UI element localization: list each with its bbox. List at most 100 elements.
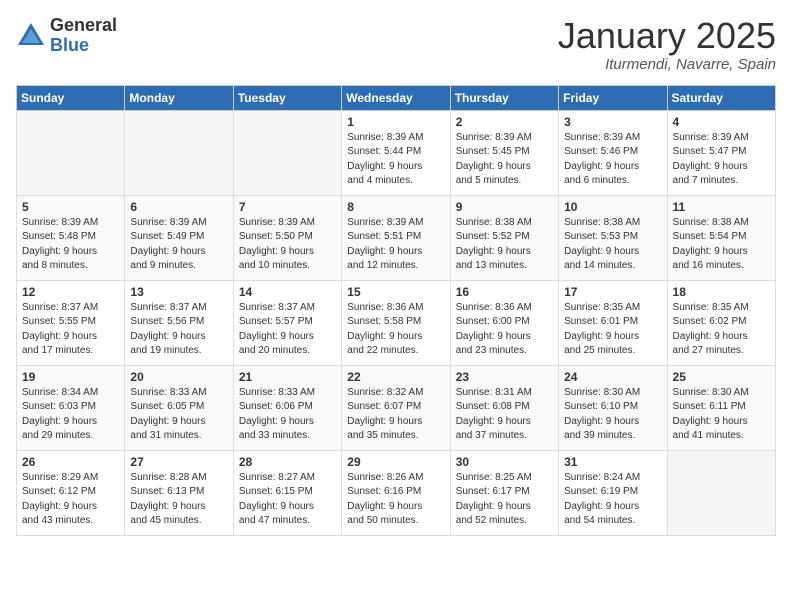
day-info: Sunrise: 8:39 AM Sunset: 5:50 PM Dayligh… bbox=[239, 216, 336, 274]
day-info: Sunrise: 8:37 AM Sunset: 5:57 PM Dayligh… bbox=[239, 301, 336, 359]
day-info: Sunrise: 8:39 AM Sunset: 5:47 PM Dayligh… bbox=[673, 131, 770, 189]
day-info: Sunrise: 8:30 AM Sunset: 6:11 PM Dayligh… bbox=[673, 386, 770, 444]
weekday-header-saturday: Saturday bbox=[667, 85, 775, 110]
day-info: Sunrise: 8:35 AM Sunset: 6:01 PM Dayligh… bbox=[564, 301, 661, 359]
calendar-day-cell: 23 Sunrise: 8:31 AM Sunset: 6:08 PM Dayli… bbox=[450, 365, 558, 450]
day-info: Sunrise: 8:37 AM Sunset: 5:56 PM Dayligh… bbox=[130, 301, 227, 359]
weekday-header-row: SundayMondayTuesdayWednesdayThursdayFrid… bbox=[17, 85, 776, 110]
day-number: 9 bbox=[456, 200, 553, 214]
title-block: January 2025 Iturmendi, Navarre, Spain bbox=[558, 16, 776, 73]
calendar-day-cell bbox=[17, 110, 125, 195]
day-number: 30 bbox=[456, 455, 553, 469]
calendar-week-row: 12Sunrise: 8:37 AM Sunset: 5:55 PM Dayli… bbox=[17, 280, 776, 365]
calendar-day-cell: 6 Sunrise: 8:39 AM Sunset: 5:49 PM Daylig… bbox=[125, 195, 233, 280]
calendar-day-cell: 26Sunrise: 8:29 AM Sunset: 6:12 PM Dayli… bbox=[17, 450, 125, 535]
calendar-day-cell bbox=[667, 450, 775, 535]
weekday-header-friday: Friday bbox=[559, 85, 667, 110]
day-number: 20 bbox=[130, 370, 227, 384]
day-info: Sunrise: 8:28 AM Sunset: 6:13 PM Dayligh… bbox=[130, 471, 227, 529]
day-info: Sunrise: 8:32 AM Sunset: 6:07 PM Dayligh… bbox=[347, 386, 444, 444]
day-number: 23 bbox=[456, 370, 553, 384]
day-number: 18 bbox=[673, 285, 770, 299]
logo: General Blue bbox=[16, 16, 117, 56]
calendar-day-cell: 17 Sunrise: 8:35 AM Sunset: 6:01 PM Dayli… bbox=[559, 280, 667, 365]
weekday-header-monday: Monday bbox=[125, 85, 233, 110]
calendar-day-cell: 29Sunrise: 8:26 AM Sunset: 6:16 PM Dayli… bbox=[342, 450, 450, 535]
day-info: Sunrise: 8:27 AM Sunset: 6:15 PM Dayligh… bbox=[239, 471, 336, 529]
day-number: 31 bbox=[564, 455, 661, 469]
calendar-day-cell: 31 Sunrise: 8:24 AM Sunset: 6:19 PM Dayli… bbox=[559, 450, 667, 535]
day-info: Sunrise: 8:31 AM Sunset: 6:08 PM Dayligh… bbox=[456, 386, 553, 444]
day-number: 13 bbox=[130, 285, 227, 299]
calendar-day-cell: 16 Sunrise: 8:36 AM Sunset: 6:00 PM Dayli… bbox=[450, 280, 558, 365]
day-info: Sunrise: 8:39 AM Sunset: 5:49 PM Dayligh… bbox=[130, 216, 227, 274]
logo-text: General Blue bbox=[50, 16, 117, 56]
calendar-day-cell bbox=[233, 110, 341, 195]
day-number: 2 bbox=[456, 115, 553, 129]
day-info: Sunrise: 8:24 AM Sunset: 6:19 PM Dayligh… bbox=[564, 471, 661, 529]
day-number: 15 bbox=[347, 285, 444, 299]
calendar-day-cell: 10 Sunrise: 8:38 AM Sunset: 5:53 PM Dayli… bbox=[559, 195, 667, 280]
calendar-day-cell: 24Sunrise: 8:30 AM Sunset: 6:10 PM Dayli… bbox=[559, 365, 667, 450]
month-title: January 2025 bbox=[558, 16, 776, 56]
calendar-day-cell: 27 Sunrise: 8:28 AM Sunset: 6:13 PM Dayli… bbox=[125, 450, 233, 535]
day-info: Sunrise: 8:38 AM Sunset: 5:53 PM Dayligh… bbox=[564, 216, 661, 274]
day-number: 10 bbox=[564, 200, 661, 214]
day-number: 29 bbox=[347, 455, 444, 469]
day-number: 24 bbox=[564, 370, 661, 384]
logo-blue: Blue bbox=[50, 36, 117, 56]
calendar-day-cell: 1Sunrise: 8:39 AM Sunset: 5:44 PM Daylig… bbox=[342, 110, 450, 195]
calendar-day-cell: 18 Sunrise: 8:35 AM Sunset: 6:02 PM Dayli… bbox=[667, 280, 775, 365]
day-info: Sunrise: 8:33 AM Sunset: 6:06 PM Dayligh… bbox=[239, 386, 336, 444]
calendar-day-cell bbox=[125, 110, 233, 195]
weekday-header-tuesday: Tuesday bbox=[233, 85, 341, 110]
day-info: Sunrise: 8:39 AM Sunset: 5:46 PM Dayligh… bbox=[564, 131, 661, 189]
day-number: 14 bbox=[239, 285, 336, 299]
calendar-week-row: 5 Sunrise: 8:39 AM Sunset: 5:48 PM Daylig… bbox=[17, 195, 776, 280]
calendar-day-cell: 2Sunrise: 8:39 AM Sunset: 5:45 PM Daylig… bbox=[450, 110, 558, 195]
calendar-day-cell: 25Sunrise: 8:30 AM Sunset: 6:11 PM Dayli… bbox=[667, 365, 775, 450]
day-number: 17 bbox=[564, 285, 661, 299]
day-info: Sunrise: 8:36 AM Sunset: 5:58 PM Dayligh… bbox=[347, 301, 444, 359]
calendar-day-cell: 5 Sunrise: 8:39 AM Sunset: 5:48 PM Daylig… bbox=[17, 195, 125, 280]
weekday-header-sunday: Sunday bbox=[17, 85, 125, 110]
calendar-week-row: 19Sunrise: 8:34 AM Sunset: 6:03 PM Dayli… bbox=[17, 365, 776, 450]
day-number: 8 bbox=[347, 200, 444, 214]
logo-icon bbox=[16, 21, 46, 51]
calendar-day-cell: 14 Sunrise: 8:37 AM Sunset: 5:57 PM Dayli… bbox=[233, 280, 341, 365]
calendar-day-cell: 3 Sunrise: 8:39 AM Sunset: 5:46 PM Daylig… bbox=[559, 110, 667, 195]
day-info: Sunrise: 8:33 AM Sunset: 6:05 PM Dayligh… bbox=[130, 386, 227, 444]
day-info: Sunrise: 8:35 AM Sunset: 6:02 PM Dayligh… bbox=[673, 301, 770, 359]
location: Iturmendi, Navarre, Spain bbox=[558, 56, 776, 73]
day-info: Sunrise: 8:38 AM Sunset: 5:54 PM Dayligh… bbox=[673, 216, 770, 274]
day-info: Sunrise: 8:36 AM Sunset: 6:00 PM Dayligh… bbox=[456, 301, 553, 359]
weekday-header-wednesday: Wednesday bbox=[342, 85, 450, 110]
day-number: 28 bbox=[239, 455, 336, 469]
calendar-day-cell: 4 Sunrise: 8:39 AM Sunset: 5:47 PM Daylig… bbox=[667, 110, 775, 195]
weekday-header-thursday: Thursday bbox=[450, 85, 558, 110]
day-info: Sunrise: 8:38 AM Sunset: 5:52 PM Dayligh… bbox=[456, 216, 553, 274]
calendar-day-cell: 12Sunrise: 8:37 AM Sunset: 5:55 PM Dayli… bbox=[17, 280, 125, 365]
day-info: Sunrise: 8:37 AM Sunset: 5:55 PM Dayligh… bbox=[22, 301, 119, 359]
day-number: 16 bbox=[456, 285, 553, 299]
calendar-day-cell: 28 Sunrise: 8:27 AM Sunset: 6:15 PM Dayli… bbox=[233, 450, 341, 535]
calendar-day-cell: 11 Sunrise: 8:38 AM Sunset: 5:54 PM Dayli… bbox=[667, 195, 775, 280]
day-number: 4 bbox=[673, 115, 770, 129]
calendar-day-cell: 22 Sunrise: 8:32 AM Sunset: 6:07 PM Dayli… bbox=[342, 365, 450, 450]
day-number: 26 bbox=[22, 455, 119, 469]
day-number: 11 bbox=[673, 200, 770, 214]
day-number: 27 bbox=[130, 455, 227, 469]
day-number: 3 bbox=[564, 115, 661, 129]
day-number: 6 bbox=[130, 200, 227, 214]
page-header: General Blue January 2025 Iturmendi, Nav… bbox=[16, 16, 776, 73]
calendar-day-cell: 9 Sunrise: 8:38 AM Sunset: 5:52 PM Daylig… bbox=[450, 195, 558, 280]
calendar-day-cell: 20 Sunrise: 8:33 AM Sunset: 6:05 PM Dayli… bbox=[125, 365, 233, 450]
day-number: 22 bbox=[347, 370, 444, 384]
calendar-day-cell: 15 Sunrise: 8:36 AM Sunset: 5:58 PM Dayli… bbox=[342, 280, 450, 365]
calendar-day-cell: 21Sunrise: 8:33 AM Sunset: 6:06 PM Dayli… bbox=[233, 365, 341, 450]
calendar-day-cell: 30Sunrise: 8:25 AM Sunset: 6:17 PM Dayli… bbox=[450, 450, 558, 535]
day-number: 5 bbox=[22, 200, 119, 214]
day-info: Sunrise: 8:39 AM Sunset: 5:48 PM Dayligh… bbox=[22, 216, 119, 274]
calendar-table: SundayMondayTuesdayWednesdayThursdayFrid… bbox=[16, 85, 776, 536]
calendar-week-row: 26Sunrise: 8:29 AM Sunset: 6:12 PM Dayli… bbox=[17, 450, 776, 535]
